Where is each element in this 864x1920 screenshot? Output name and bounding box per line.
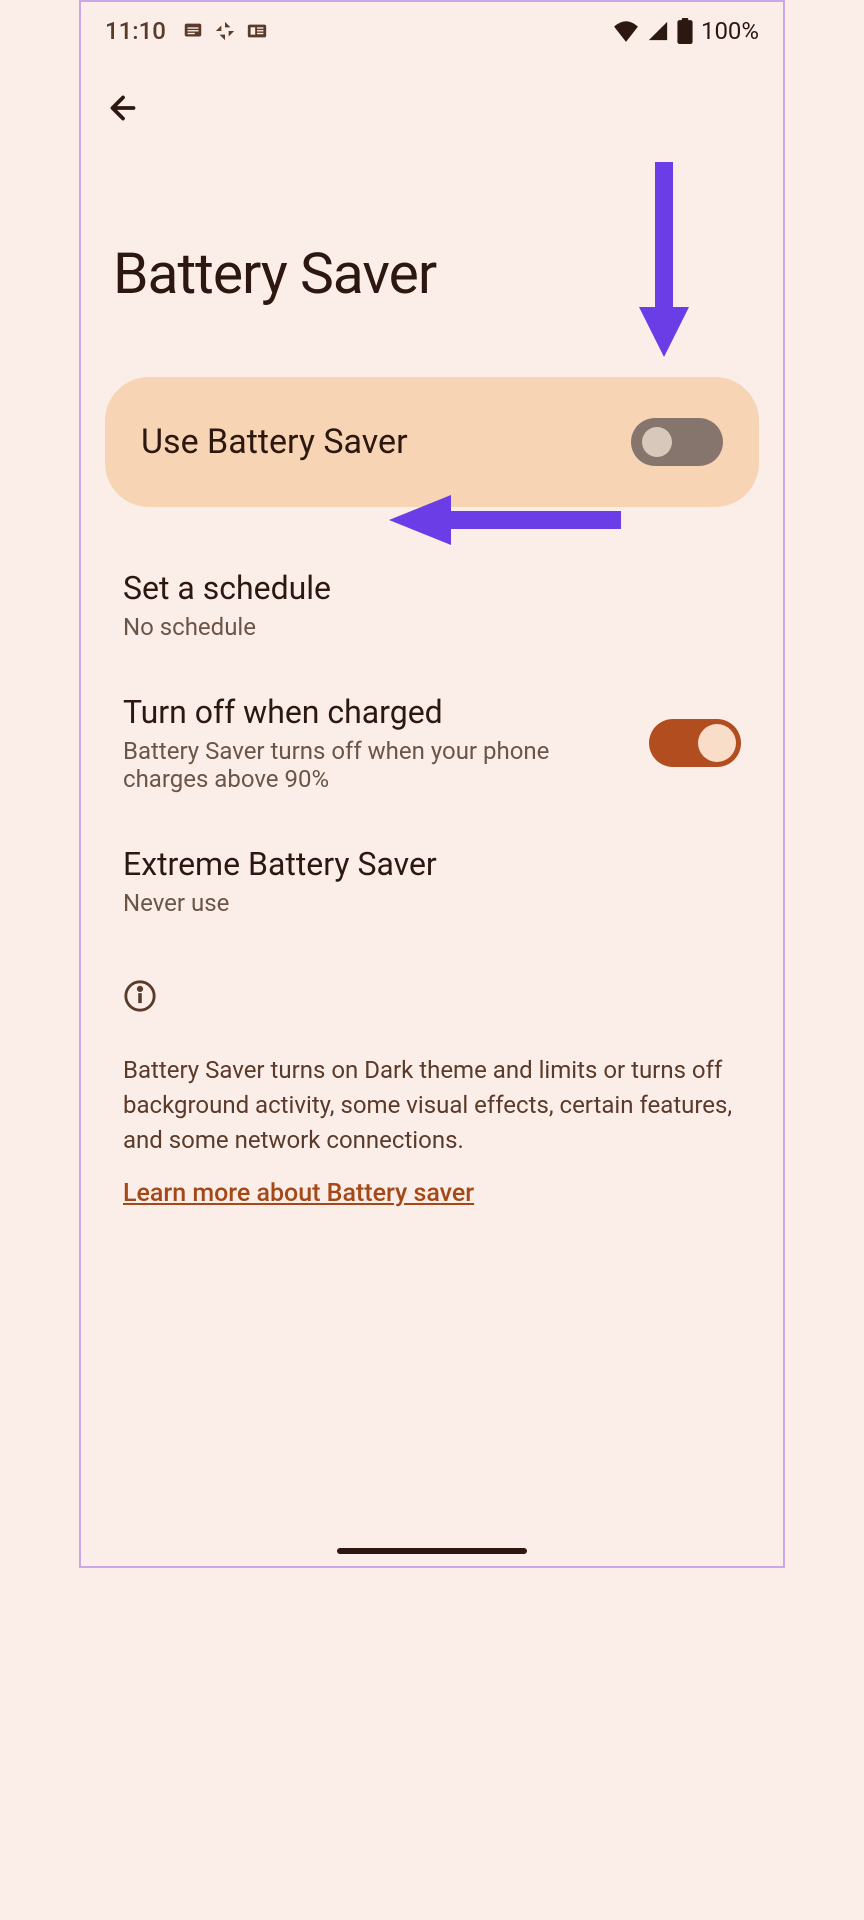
photos-icon bbox=[214, 20, 236, 42]
learn-more-link[interactable]: Learn more about Battery saver bbox=[123, 1179, 474, 1208]
messages-icon bbox=[182, 20, 204, 42]
set-schedule-title: Set a schedule bbox=[123, 569, 741, 607]
info-text: Battery Saver turns on Dark theme and li… bbox=[123, 1053, 741, 1157]
turn-off-charged-title: Turn off when charged bbox=[123, 693, 629, 731]
extreme-subtitle: Never use bbox=[123, 889, 741, 917]
back-arrow-icon bbox=[105, 90, 141, 126]
info-icon bbox=[123, 979, 157, 1013]
turn-off-charged-toggle[interactable] bbox=[649, 719, 741, 767]
extreme-title: Extreme Battery Saver bbox=[123, 845, 741, 883]
use-battery-saver-label: Use Battery Saver bbox=[141, 422, 408, 462]
use-battery-saver-toggle[interactable] bbox=[631, 418, 723, 466]
toggle-knob bbox=[642, 427, 672, 457]
set-schedule-row[interactable]: Set a schedule No schedule bbox=[81, 537, 783, 673]
extreme-battery-saver-row[interactable]: Extreme Battery Saver Never use bbox=[81, 813, 783, 949]
status-right: 100% bbox=[613, 17, 759, 45]
battery-percentage: 100% bbox=[701, 17, 759, 45]
wifi-icon bbox=[613, 20, 639, 42]
set-schedule-subtitle: No schedule bbox=[123, 613, 741, 641]
toggle-knob bbox=[698, 724, 736, 762]
news-icon bbox=[246, 20, 268, 42]
status-notification-icons bbox=[182, 20, 268, 42]
signal-icon bbox=[647, 20, 669, 42]
battery-icon bbox=[677, 18, 693, 44]
status-left: 11:10 bbox=[105, 17, 268, 45]
back-button[interactable] bbox=[81, 60, 783, 130]
turn-off-charged-row[interactable]: Turn off when charged Battery Saver turn… bbox=[81, 673, 783, 813]
status-bar: 11:10 100% bbox=[81, 2, 783, 60]
turn-off-charged-subtitle: Battery Saver turns off when your phone … bbox=[123, 737, 629, 793]
navigation-handle[interactable] bbox=[337, 1548, 527, 1554]
info-section: Battery Saver turns on Dark theme and li… bbox=[81, 949, 783, 1208]
status-time: 11:10 bbox=[105, 17, 166, 45]
use-battery-saver-row[interactable]: Use Battery Saver bbox=[105, 377, 759, 507]
page-title: Battery Saver bbox=[81, 130, 783, 377]
